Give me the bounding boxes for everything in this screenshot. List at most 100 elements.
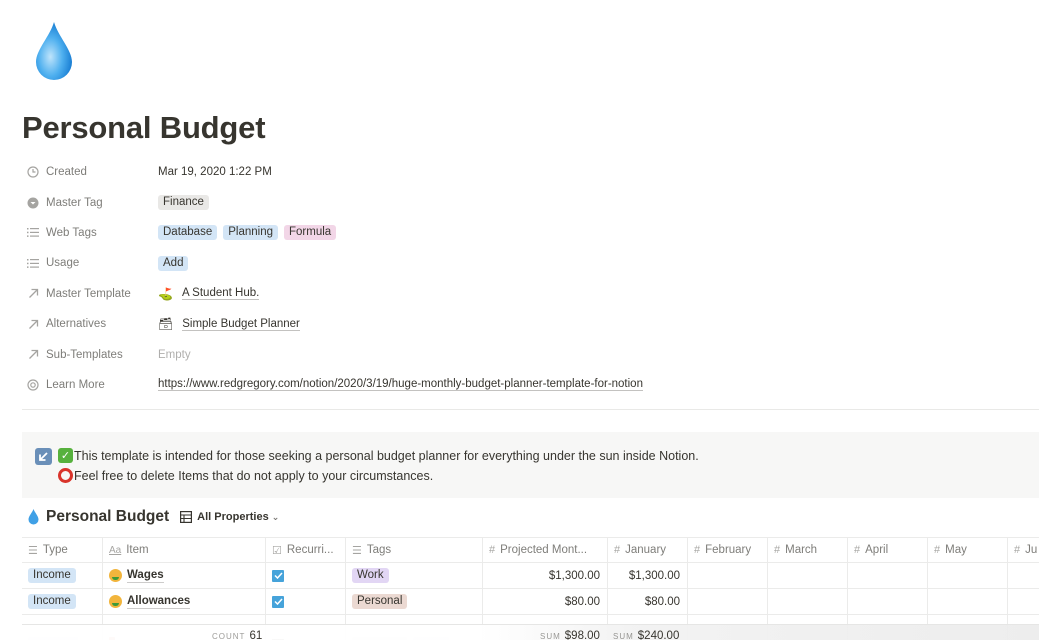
cell-type[interactable]: Income bbox=[22, 563, 103, 588]
cell-item[interactable]: Allowances bbox=[103, 589, 266, 614]
column-header-january[interactable]: # January bbox=[608, 538, 688, 562]
cell-recurring bbox=[266, 589, 346, 614]
cell-april[interactable] bbox=[848, 589, 928, 614]
page-title[interactable]: Personal Budget bbox=[22, 110, 266, 146]
golf-flag-icon: ⛳ bbox=[158, 286, 173, 301]
column-header-april[interactable]: # April bbox=[848, 538, 928, 562]
clock-icon bbox=[26, 165, 40, 179]
cell-type[interactable]: Income bbox=[22, 589, 103, 614]
property-value: https://www.redgregory.com/notion/2020/3… bbox=[158, 378, 643, 392]
property-alternatives: Alternatives 🗃 Simple Budget Planner bbox=[22, 309, 1039, 339]
property-name[interactable]: Master Template bbox=[22, 287, 158, 301]
property-web-tags: Web Tags Database Planning Formula bbox=[22, 218, 1039, 248]
cell-may[interactable] bbox=[928, 589, 1008, 614]
table-row[interactable]: Income Allowances Personal $80.00 $80.00 bbox=[22, 589, 1039, 615]
number-hash-icon: # bbox=[1014, 544, 1021, 556]
property-value: Mar 19, 2020 1:22 PM bbox=[158, 166, 272, 179]
column-header-june[interactable]: # Ju bbox=[1008, 538, 1039, 562]
money-mouth-face-icon bbox=[109, 595, 122, 608]
cell-february[interactable] bbox=[688, 563, 768, 588]
multi-select-icon bbox=[26, 226, 40, 240]
money-mouth-face-icon bbox=[109, 569, 122, 582]
number-hash-icon: # bbox=[694, 544, 701, 556]
property-value-empty[interactable]: Empty bbox=[158, 349, 191, 361]
column-header-projected-monthly[interactable]: # Projected Mont... bbox=[483, 538, 608, 562]
property-name[interactable]: Sub-Templates bbox=[22, 348, 158, 362]
table-row[interactable]: Income Wages Work $1,300.00 $1,300.00 bbox=[22, 563, 1039, 589]
callout-block[interactable]: ✓ This template is intended for those se… bbox=[22, 432, 1039, 498]
card-index-box-icon: 🗃 bbox=[158, 317, 174, 332]
cell-january[interactable]: $80.00 bbox=[608, 589, 688, 614]
property-value[interactable]: Add bbox=[158, 255, 189, 271]
properties-panel: Created Mar 19, 2020 1:22 PM Master Tag … bbox=[22, 157, 1039, 400]
property-value: ⛳ A Student Hub. bbox=[158, 286, 260, 301]
column-header-recurring[interactable]: ☑ Recurri... bbox=[266, 538, 346, 562]
select-icon bbox=[26, 196, 40, 210]
recurring-checkbox[interactable] bbox=[272, 569, 284, 582]
property-created: Created Mar 19, 2020 1:22 PM bbox=[22, 157, 1039, 187]
cell-april[interactable] bbox=[848, 563, 928, 588]
count-aggregate[interactable]: COUNT 61 bbox=[212, 630, 262, 640]
cell-tags[interactable]: Work bbox=[346, 563, 483, 588]
item-name[interactable]: Wages bbox=[127, 569, 164, 583]
tag-add: Add bbox=[158, 255, 189, 271]
item-name[interactable]: Allowances bbox=[127, 595, 191, 609]
column-header-item[interactable]: Aa Item bbox=[103, 538, 266, 562]
arrow-down-left-icon[interactable] bbox=[35, 448, 52, 465]
number-hash-icon: # bbox=[614, 544, 621, 556]
column-header-may[interactable]: # May bbox=[928, 538, 1008, 562]
column-header-tags[interactable]: ☰ Tags bbox=[346, 538, 483, 562]
database-header: Personal Budget All Properties ⌄ bbox=[28, 508, 279, 526]
cell-march[interactable] bbox=[768, 589, 848, 614]
view-selector[interactable]: All Properties ⌄ bbox=[180, 511, 279, 523]
learn-more-url[interactable]: https://www.redgregory.com/notion/2020/3… bbox=[158, 378, 643, 392]
tag-income: Income bbox=[28, 594, 76, 609]
column-header-type[interactable]: ☰ Type bbox=[22, 538, 103, 562]
property-usage: Usage Add bbox=[22, 248, 1039, 278]
cell-projected[interactable]: $80.00 bbox=[483, 589, 608, 614]
tag-formula: Formula bbox=[284, 225, 337, 241]
cell-may[interactable] bbox=[928, 563, 1008, 588]
tag-planning: Planning bbox=[223, 225, 278, 241]
database-title[interactable]: Personal Budget bbox=[46, 508, 169, 526]
cell-february[interactable] bbox=[688, 589, 768, 614]
link-simple-budget-planner[interactable]: Simple Budget Planner bbox=[182, 318, 300, 331]
property-name[interactable]: Created bbox=[22, 165, 158, 179]
property-name[interactable]: Alternatives bbox=[22, 317, 158, 331]
title-aa-icon: Aa bbox=[109, 544, 122, 556]
relation-arrow-icon bbox=[26, 348, 40, 362]
check-mark-button-icon: ✓ bbox=[58, 448, 73, 463]
cell-january[interactable]: $1,300.00 bbox=[608, 563, 688, 588]
column-header-february[interactable]: # February bbox=[688, 538, 768, 562]
droplet-icon bbox=[28, 509, 39, 525]
property-master-tag: Master Tag Finance bbox=[22, 187, 1039, 217]
cell-march[interactable] bbox=[768, 563, 848, 588]
property-name[interactable]: Web Tags bbox=[22, 226, 158, 240]
column-header-march[interactable]: # March bbox=[768, 538, 848, 562]
droplet-icon[interactable] bbox=[34, 22, 74, 80]
tag-work: Work bbox=[352, 568, 389, 583]
callout-line: Feel free to delete Items that do not ap… bbox=[58, 468, 433, 483]
property-name[interactable]: Master Tag bbox=[22, 196, 158, 210]
table-footer-aggregations: COUNT 61 SUM $98.00 SUM $240.00 bbox=[22, 624, 1039, 640]
property-name[interactable]: Usage bbox=[22, 256, 158, 270]
cell-projected[interactable]: $1,300.00 bbox=[483, 563, 608, 588]
property-value[interactable]: Database Planning Formula bbox=[158, 225, 337, 241]
property-name[interactable]: Learn More bbox=[22, 378, 158, 392]
cell-june[interactable] bbox=[1008, 589, 1039, 614]
chevron-down-icon: ⌄ bbox=[271, 511, 280, 522]
property-sub-templates: Sub-Templates Empty bbox=[22, 339, 1039, 369]
recurring-checkbox[interactable] bbox=[272, 595, 284, 608]
number-hash-icon: # bbox=[489, 544, 496, 556]
property-value: 🗃 Simple Budget Planner bbox=[158, 317, 300, 331]
projected-sum-aggregate[interactable]: SUM $98.00 bbox=[540, 630, 600, 640]
number-hash-icon: # bbox=[854, 544, 861, 556]
link-a-student-hub[interactable]: A Student Hub. bbox=[181, 287, 260, 301]
january-sum-aggregate[interactable]: SUM $240.00 bbox=[613, 630, 679, 640]
cell-tags[interactable]: Personal bbox=[346, 589, 483, 614]
number-hash-icon: # bbox=[934, 544, 941, 556]
cell-item[interactable]: Wages bbox=[103, 563, 266, 588]
property-value[interactable]: Finance bbox=[158, 195, 209, 211]
cell-june[interactable] bbox=[1008, 563, 1039, 588]
cell-recurring bbox=[266, 563, 346, 588]
